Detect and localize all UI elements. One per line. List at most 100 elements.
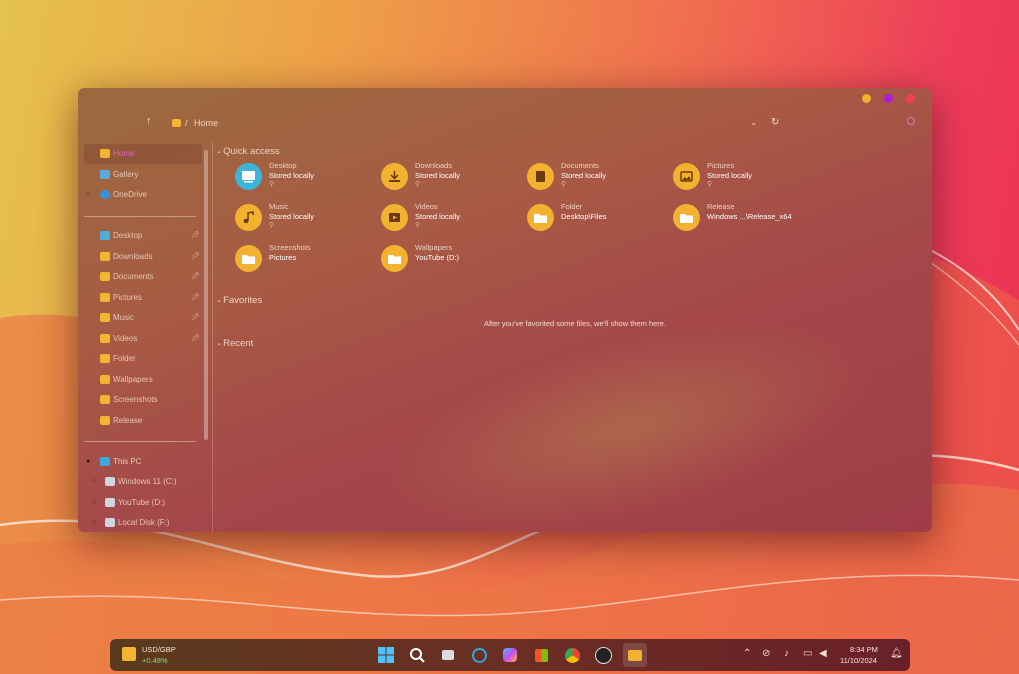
sidebar-item-videos[interactable]: Videos 📌︎	[84, 329, 202, 349]
quick-access-tile[interactable]: Release Windows ...\Release_x64	[656, 197, 796, 233]
expand-chevron-icon[interactable]: ●	[86, 452, 90, 472]
drive-icon	[105, 498, 115, 507]
maximize-button[interactable]	[884, 94, 893, 103]
tile-location: YouTube (D:)	[415, 253, 460, 262]
sidebar-item-label: OneDrive	[113, 190, 147, 199]
close-button[interactable]	[906, 94, 915, 103]
expand-chevron-icon[interactable]: ○	[92, 493, 96, 513]
chrome-button[interactable]	[563, 646, 581, 664]
file-explorer-icon	[628, 649, 642, 661]
cloud-icon	[100, 190, 110, 199]
display-icon[interactable]: ▭	[803, 648, 812, 659]
sidebar-item-this-pc[interactable]: ● This PC	[84, 452, 202, 472]
sidebar-item-label: Local Disk (F:)	[118, 518, 170, 527]
sidebar-item-drive-c[interactable]: ○ Windows 11 (C:)	[84, 472, 202, 492]
copilot-button[interactable]	[501, 646, 519, 664]
collapse-chevron-icon: ▪	[218, 342, 221, 348]
volume-icon[interactable]: ◀	[819, 648, 827, 659]
section-favorites[interactable]: ▪ Favorites	[218, 295, 262, 306]
pictures-folder-icon	[100, 293, 110, 302]
pin-icon: ⚲	[561, 181, 567, 188]
tile-location: Stored locally	[561, 171, 607, 180]
desktop-icon	[235, 163, 262, 190]
quick-access-tile[interactable]: Music Stored locally ⚲	[218, 197, 358, 233]
navigation-pane: Home Gallery ○ OneDrive Desktop 📌︎ Downl…	[78, 142, 213, 532]
chevron-up-icon[interactable]: ⌃	[743, 648, 751, 659]
sidebar-item-label: Gallery	[113, 170, 139, 179]
expand-chevron-icon[interactable]: ○	[92, 513, 96, 532]
sidebar-item-documents[interactable]: Documents 📌︎	[84, 267, 202, 287]
quick-access-tile[interactable]: Screenshots Pictures	[218, 238, 358, 274]
search-input[interactable]	[794, 115, 914, 131]
folder-icon	[527, 204, 554, 231]
sidebar-scrollbar[interactable]	[204, 150, 208, 440]
search-button[interactable]	[408, 646, 426, 664]
sidebar-item-onedrive[interactable]: ○ OneDrive	[84, 185, 202, 205]
sidebar-item-label: Folder	[113, 354, 136, 363]
start-button[interactable]	[377, 646, 395, 664]
up-arrow-icon[interactable]: ↑	[146, 115, 152, 127]
task-view-button[interactable]	[439, 646, 457, 664]
sidebar-item-label: Music	[113, 313, 134, 322]
breadcrumb-home[interactable]: Home	[194, 118, 218, 128]
sidebar-item-label: Home	[113, 149, 135, 158]
network-off-icon[interactable]: ⊘	[762, 648, 770, 659]
expand-chevron-icon[interactable]: ○	[92, 472, 96, 492]
expand-chevron-icon[interactable]: ○	[86, 185, 90, 205]
sidebar-item-release[interactable]: Release	[84, 411, 202, 431]
refresh-icon[interactable]: ↻	[771, 117, 779, 128]
taskbar: USD/GBP +0.48% ⌃ ⊘ ♪ ▭ ◀ 8:34 PM 11/10/2…	[110, 639, 910, 671]
tile-name: Documents	[561, 161, 599, 170]
sidebar-item-label: Release	[113, 416, 143, 425]
chevron-down-icon[interactable]: ⌄	[750, 117, 758, 128]
sidebar-item-pictures[interactable]: Pictures 📌︎	[84, 288, 202, 308]
notification-bell-icon[interactable]: 🔔︎	[890, 648, 903, 659]
home-icon	[100, 149, 110, 158]
sidebar-item-downloads[interactable]: Downloads 📌︎	[84, 247, 202, 267]
gallery-icon	[100, 170, 110, 179]
quick-access-tile[interactable]: Wallpapers YouTube (D:)	[364, 238, 504, 274]
sidebar-item-desktop[interactable]: Desktop 📌︎	[84, 226, 202, 246]
section-recent[interactable]: ▪ Recent	[218, 338, 253, 349]
section-title: Recent	[223, 338, 254, 349]
pin-icon: 📌︎	[191, 253, 200, 260]
sidebar-item-drive-f[interactable]: ○ Local Disk (F:)	[84, 513, 202, 532]
pin-icon: ⚲	[415, 222, 421, 229]
clock-time[interactable]: 8:34 PM	[850, 645, 878, 654]
sidebar-item-label: Videos	[113, 334, 138, 343]
search-icon[interactable]	[907, 117, 915, 125]
sidebar-item-folder[interactable]: Folder	[84, 349, 202, 369]
quick-access-tile[interactable]: Videos Stored locally ⚲	[364, 197, 504, 233]
quick-access-tile[interactable]: Folder Desktop\Files	[510, 197, 650, 233]
clock-date[interactable]: 11/10/2024	[840, 656, 877, 665]
tile-location: Stored locally	[415, 171, 461, 180]
folder-icon	[381, 245, 408, 272]
minimize-button[interactable]	[862, 94, 871, 103]
pin-icon: ⚲	[269, 222, 275, 229]
quick-access-tile[interactable]: Pictures Stored locally ⚲	[656, 156, 796, 192]
weather-widget[interactable]: USD/GBP +0.48%	[120, 643, 210, 667]
tile-name: Downloads	[415, 161, 453, 170]
sidebar-item-screenshots[interactable]: Screenshots	[84, 390, 202, 410]
quick-access-tile[interactable]: Desktop Stored locally ⚲	[218, 156, 358, 192]
sidebar-item-music[interactable]: Music 📌︎	[84, 308, 202, 328]
sidebar-item-drive-d[interactable]: ○ YouTube (D:)	[84, 493, 202, 513]
sidebar-item-label: YouTube (D:)	[118, 498, 165, 507]
videos-folder-icon	[100, 334, 110, 343]
file-explorer-button[interactable]	[623, 643, 647, 667]
breadcrumb-separator: /	[185, 118, 188, 128]
sidebar-item-home[interactable]: Home	[84, 144, 202, 164]
sidebar-item-wallpapers[interactable]: Wallpapers	[84, 370, 202, 390]
sidebar-item-gallery[interactable]: Gallery	[84, 165, 202, 185]
cortana-button[interactable]	[470, 646, 488, 664]
obs-button[interactable]	[594, 646, 612, 664]
quick-access-tile[interactable]: Documents Stored locally ⚲	[510, 156, 650, 192]
favorites-empty-message: After you've favorited some files, we'll…	[483, 319, 667, 328]
tile-name: Wallpapers	[415, 243, 453, 252]
store-button[interactable]	[532, 646, 550, 664]
quick-access-tile[interactable]: Downloads Stored locally ⚲	[364, 156, 504, 192]
address-toolbar: ↑ / Home ⌄ ↻	[78, 114, 932, 134]
sidebar-item-label: Wallpapers	[113, 375, 153, 384]
microphone-icon[interactable]: ♪	[784, 648, 789, 659]
widget-pair: USD/GBP	[142, 645, 176, 654]
